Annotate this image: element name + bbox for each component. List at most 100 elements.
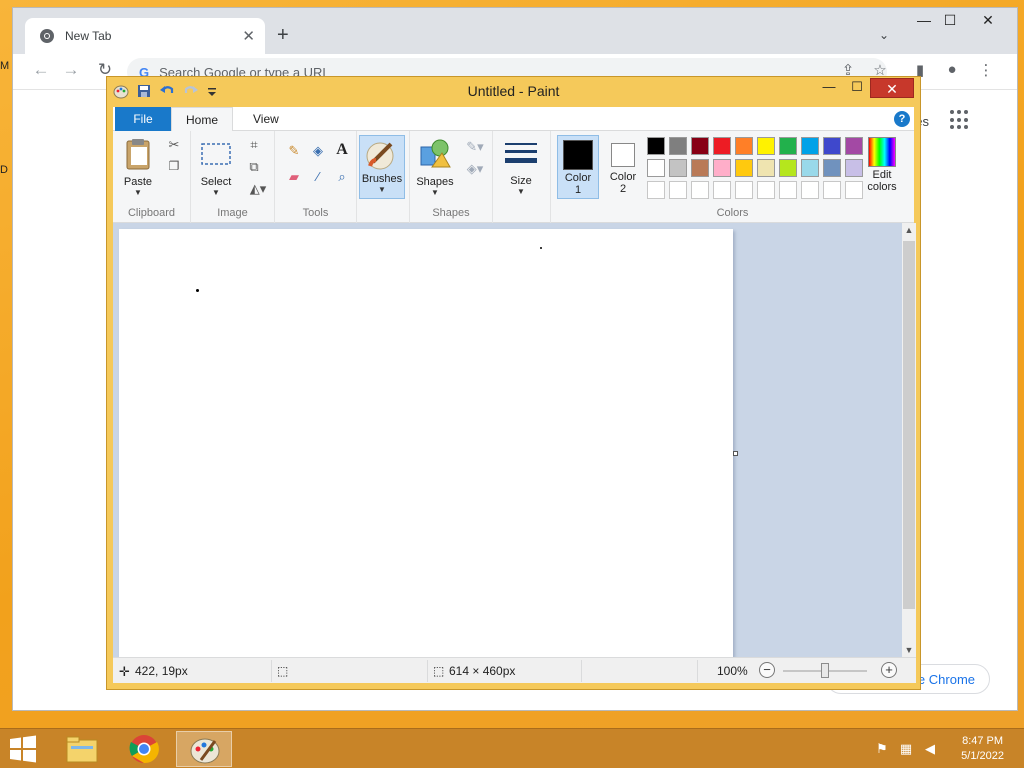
palette-custom-swatch[interactable] <box>757 181 775 199</box>
tab-close-icon[interactable]: ✕ <box>242 27 255 45</box>
color2-swatch <box>611 143 635 167</box>
paint-close-button[interactable]: ✕ <box>870 78 914 98</box>
cut-icon[interactable]: ✂ <box>165 137 183 153</box>
palette-swatch[interactable] <box>801 159 819 177</box>
outline-icon[interactable]: ✎▾ <box>462 139 488 155</box>
shapes-button[interactable]: Shapes ▼ <box>416 137 454 197</box>
selection-size-icon: ⬚ <box>277 664 289 678</box>
chrome-close-button[interactable]: ✕ <box>973 12 1003 29</box>
system-clock[interactable]: 8:47 PM 5/1/2022 <box>961 734 1004 764</box>
scroll-down-arrow-icon[interactable]: ▼ <box>902 645 916 655</box>
colors-group: Color 1 Color 2 Edit colors Colors <box>551 131 914 223</box>
chrome-tab-new-tab[interactable]: New Tab ✕ <box>25 18 265 54</box>
forward-arrow-icon[interactable]: → <box>59 60 83 80</box>
palette-swatch[interactable] <box>691 137 709 155</box>
color-picker-icon[interactable]: ⁄ <box>309 169 327 185</box>
palette-swatch[interactable] <box>757 137 775 155</box>
text-tool-icon[interactable]: A <box>333 141 351 158</box>
status-separator <box>427 660 428 682</box>
edit-colors-button[interactable]: Edit colors <box>857 135 907 193</box>
brushes-button[interactable]: Brushes ▼ <box>359 135 405 199</box>
palette-custom-swatch[interactable] <box>647 181 665 199</box>
new-tab-button[interactable]: + <box>277 24 289 47</box>
scroll-up-arrow-icon[interactable]: ▲ <box>902 225 916 235</box>
rotate-icon[interactable]: ◭▾ <box>245 181 271 197</box>
palette-swatch[interactable] <box>691 159 709 177</box>
taskbar-paint[interactable] <box>176 731 232 767</box>
scrollbar-thumb[interactable] <box>903 241 915 609</box>
status-bar: ✛ 422, 19px ⬚ ⬚ 614 × 460px 100% − + <box>113 657 916 683</box>
magnifier-icon[interactable]: ⌕ <box>333 169 351 185</box>
palette-custom-swatch[interactable] <box>713 181 731 199</box>
action-center-flag-icon[interactable]: ⚑ <box>874 741 890 757</box>
chrome-menu-icon[interactable]: ⋮ <box>975 61 997 79</box>
drawing-canvas[interactable] <box>119 229 733 657</box>
palette-custom-swatch[interactable] <box>735 181 753 199</box>
color2-button[interactable]: Color 2 <box>603 135 643 199</box>
zoom-out-icon[interactable]: − <box>759 662 775 678</box>
palette-swatch[interactable] <box>713 137 731 155</box>
paint-titlebar[interactable]: Untitled - Paint — ☐ ✕ <box>107 77 920 105</box>
color1-button[interactable]: Color 1 <box>557 135 599 199</box>
zoom-slider-thumb[interactable] <box>821 663 829 678</box>
volume-muted-icon[interactable]: ◀ <box>922 741 938 757</box>
size-button[interactable]: Size ▼ <box>499 137 543 196</box>
tab-file[interactable]: File <box>115 107 171 131</box>
palette-swatch[interactable] <box>713 159 731 177</box>
status-separator <box>581 660 582 682</box>
taskbar-file-explorer[interactable] <box>54 731 110 767</box>
color1-swatch <box>563 140 593 170</box>
tab-search-chevron-down-icon[interactable]: ⌄ <box>879 28 889 42</box>
palette-swatch[interactable] <box>647 137 665 155</box>
google-apps-icon[interactable] <box>950 110 970 130</box>
profile-avatar-icon[interactable]: ● <box>941 61 963 78</box>
windows-start-icon[interactable] <box>8 735 38 763</box>
paint-minimize-button[interactable]: — <box>815 79 843 99</box>
customize-chrome-label: e Chrome <box>917 671 975 687</box>
cursor-position: 422, 19px <box>135 664 188 678</box>
palette-swatch[interactable] <box>779 137 797 155</box>
pencil-icon[interactable]: ✎ <box>285 143 303 159</box>
help-icon[interactable]: ? <box>894 111 910 127</box>
palette-swatch[interactable] <box>801 137 819 155</box>
palette-swatch[interactable] <box>647 159 665 177</box>
canvas-size-icon: ⬚ <box>433 664 445 678</box>
palette-swatch[interactable] <box>757 159 775 177</box>
tab-title: New Tab <box>65 29 112 43</box>
palette-custom-swatch[interactable] <box>823 181 841 199</box>
color2-label: Color <box>609 171 637 183</box>
tools-group-label: Tools <box>302 207 329 219</box>
eraser-icon[interactable]: ▰ <box>285 169 303 185</box>
palette-swatch[interactable] <box>669 159 687 177</box>
back-arrow-icon[interactable]: ← <box>29 60 53 80</box>
palette-swatch[interactable] <box>735 159 753 177</box>
resize-icon[interactable]: ⧉ <box>245 159 263 175</box>
palette-custom-swatch[interactable] <box>669 181 687 199</box>
palette-swatch[interactable] <box>779 159 797 177</box>
tab-home[interactable]: Home <box>171 107 234 132</box>
canvas-resize-handle[interactable] <box>733 451 738 456</box>
chrome-maximize-button[interactable]: ☐ <box>935 12 965 29</box>
copy-icon[interactable]: ❐ <box>165 159 183 175</box>
network-icon[interactable]: ▦ <box>898 741 914 757</box>
crop-icon[interactable]: ⌗ <box>245 137 263 153</box>
palette-custom-swatch[interactable] <box>779 181 797 199</box>
palette-swatch[interactable] <box>823 137 841 155</box>
paste-label: Paste <box>123 176 153 188</box>
select-button[interactable]: Select ▼ <box>197 137 235 197</box>
fill-bucket-icon[interactable]: ◈ <box>309 143 327 159</box>
tab-view[interactable]: View <box>239 107 293 131</box>
paint-maximize-button[interactable]: ☐ <box>843 79 871 99</box>
palette-swatch[interactable] <box>669 137 687 155</box>
clock-date: 5/1/2022 <box>961 750 1004 762</box>
paste-button[interactable]: Paste ▼ <box>121 137 155 197</box>
palette-custom-swatch[interactable] <box>691 181 709 199</box>
palette-swatch[interactable] <box>735 137 753 155</box>
vertical-scrollbar[interactable]: ▲ ▼ <box>902 223 916 657</box>
palette-custom-swatch[interactable] <box>801 181 819 199</box>
taskbar-chrome[interactable] <box>116 731 172 767</box>
palette-swatch[interactable] <box>823 159 841 177</box>
select-rectangle-icon <box>201 143 231 165</box>
fill-icon[interactable]: ◈▾ <box>462 161 488 177</box>
zoom-in-icon[interactable]: + <box>881 662 897 678</box>
